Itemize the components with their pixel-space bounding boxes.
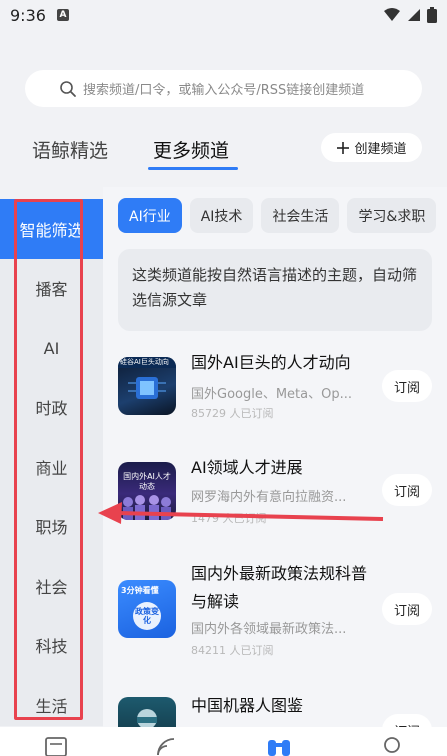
thumbnail-caption-2: 政策变化: [135, 607, 159, 625]
news-icon[interactable]: [45, 737, 67, 756]
search-placeholder: 搜索频道/口令，或输入公众号/RSS链接创建频道: [83, 83, 365, 98]
channel-title: AI领域人才进展: [191, 458, 303, 477]
chip-ai-industry[interactable]: AI行业: [118, 198, 182, 233]
sidebar-item-business[interactable]: 商业: [0, 437, 103, 497]
channel-list-panel: AI行业 AI技术 社会生活 学习&求职 这类频道能按自然语言描述的主题，自动筛…: [103, 187, 447, 727]
category-sidebar: 智能筛选 播客 AI 时政 商业 职场 社会 科技 生活: [0, 199, 103, 726]
signal-icon: [408, 9, 420, 21]
notification-icon: A: [57, 9, 69, 21]
search-icon: [60, 81, 76, 97]
sidebar-item-life[interactable]: 生活: [0, 675, 103, 735]
tab-active-indicator: [148, 167, 238, 170]
sidebar-item-workplace[interactable]: 职场: [0, 496, 103, 556]
channel-title: 国外AI巨头的人才动向: [191, 353, 351, 372]
subscriber-count: 1479 人已订阅: [191, 512, 267, 525]
channel-title: 中国机器人图鉴: [191, 696, 304, 715]
channel-thumbnail: 3分钟看懂 政策变化: [118, 580, 176, 638]
chip-social-life[interactable]: 社会生活: [261, 198, 340, 233]
subscriber-count: 85729 人已订阅: [191, 407, 274, 420]
wifi-icon: [384, 8, 400, 21]
subscribe-button[interactable]: 订阅: [382, 474, 432, 506]
channel-thumbnail: [118, 697, 176, 727]
search-input[interactable]: 搜索频道/口令，或输入公众号/RSS链接创建频道: [25, 70, 422, 107]
sidebar-item-smart-filter[interactable]: 智能筛选: [0, 199, 103, 259]
subscribe-button[interactable]: 订阅: [382, 714, 432, 727]
chip-study-job[interactable]: 学习&求职: [347, 198, 437, 233]
subscribe-button[interactable]: 订阅: [382, 370, 432, 402]
sidebar-item-politics[interactable]: 时政: [0, 377, 103, 437]
subcategory-chips: AI行业 AI技术 社会生活 学习&求职: [118, 198, 437, 233]
create-channel-label: 创建频道: [354, 142, 407, 157]
sidebar-item-podcast[interactable]: 播客: [0, 258, 103, 318]
channel-subtitle: 国外Google、Meta、Op...: [191, 387, 353, 402]
category-description: 这类频道能按自然语言描述的主题，自动筛选信源文章: [118, 249, 432, 331]
profile-icon[interactable]: [382, 737, 402, 756]
subscribe-button[interactable]: 订阅: [382, 593, 432, 625]
robot-image-icon: [137, 709, 157, 727]
subscriber-count: 84211 人已订阅: [191, 644, 274, 657]
channel-title: 国内外最新政策法规科普与解读: [191, 564, 368, 611]
status-icons: [383, 7, 437, 23]
sidebar-item-ai[interactable]: AI: [0, 318, 103, 378]
channel-subtitle: 国内外各领域最新政策法...: [191, 622, 347, 637]
bottom-nav: [0, 727, 447, 756]
discover-icon[interactable]: [266, 737, 292, 756]
channel-thumbnail: 硅谷AI巨头动向: [118, 357, 176, 415]
channel-thumbnail: 国内外AI人才动态: [118, 462, 176, 520]
create-channel-button[interactable]: 创建频道: [321, 133, 422, 162]
status-bar: 9:36 A: [0, 0, 447, 32]
channel-subtitle: 网罗海内外有意向拉融资...: [191, 490, 347, 505]
feed-icon[interactable]: [156, 737, 178, 756]
plus-icon: [337, 141, 350, 154]
tab-bar: 语鲸精选 更多频道 创建频道: [0, 130, 447, 170]
chip-ai-tech[interactable]: AI技术: [189, 198, 254, 233]
sidebar-item-society[interactable]: 社会: [0, 556, 103, 616]
tab-featured[interactable]: 语鲸精选: [32, 136, 108, 163]
thumbnail-caption: 国内外AI人才动态: [123, 472, 171, 491]
sidebar-item-tech[interactable]: 科技: [0, 615, 103, 675]
thumbnail-caption: 硅谷AI巨头动向: [120, 358, 169, 366]
tab-more-channels[interactable]: 更多频道: [153, 136, 229, 163]
battery-icon: [427, 7, 437, 23]
status-time: 9:36: [10, 6, 46, 25]
